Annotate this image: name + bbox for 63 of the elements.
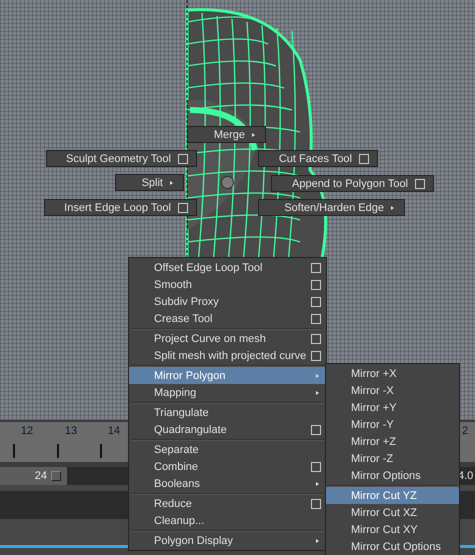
option-box-icon[interactable] [311, 280, 321, 290]
menu-item[interactable]: Crease Tool [129, 310, 326, 327]
option-box-icon[interactable] [311, 334, 321, 344]
option-box-icon[interactable] [311, 296, 321, 306]
marking-menu-item[interactable]: Cut Faces Tool [258, 150, 378, 167]
menu-item[interactable]: Combine [129, 458, 326, 475]
option-box-icon[interactable] [311, 350, 321, 360]
submenu-arrow-icon [391, 206, 394, 210]
option-box-icon[interactable] [311, 462, 321, 472]
marking-menu-item[interactable]: Merge [187, 126, 266, 143]
submenu-arrow-icon [170, 180, 173, 184]
frame-number: 2 [462, 425, 468, 437]
marking-menu-item[interactable]: Insert Edge Loop Tool [44, 199, 197, 216]
submenu-arrow-icon [252, 132, 255, 136]
menu-item[interactable]: Mirror -X [326, 382, 459, 399]
option-box-icon[interactable] [311, 262, 321, 272]
menu-item[interactable]: Mirror Options [326, 467, 459, 484]
menu-item[interactable]: Mirror -Y [326, 416, 459, 433]
menu-item[interactable]: Mirror Cut XY [326, 521, 459, 538]
menu-item[interactable]: Cleanup... [129, 512, 326, 529]
menu-item[interactable]: Separate [129, 441, 326, 458]
menu-item[interactable]: Booleans [129, 475, 326, 492]
slider-handle-icon[interactable] [51, 471, 61, 481]
menu-item[interactable]: Reduce [129, 495, 326, 512]
tick-mark [57, 444, 59, 458]
menu-item[interactable]: Smooth [129, 276, 326, 293]
menu-item[interactable]: Split mesh with projected curve [129, 347, 326, 364]
submenu-arrow-icon [316, 390, 319, 394]
option-box-icon[interactable] [415, 178, 425, 188]
menu-item[interactable]: Polygon Display [129, 532, 326, 549]
menu-item[interactable]: Mirror -Z [326, 450, 459, 467]
option-box-icon[interactable] [178, 154, 188, 164]
submenu-arrow-icon [316, 374, 319, 378]
menu-item[interactable]: Triangulate [129, 404, 326, 421]
option-box-icon[interactable] [311, 424, 321, 434]
menu-item[interactable]: Mirror +Z [326, 433, 459, 450]
marking-menu-item[interactable]: Sculpt Geometry Tool [46, 150, 197, 167]
submenu-arrow-icon [316, 538, 319, 542]
frame-number: 14 [108, 425, 120, 437]
menu-item[interactable]: Mirror Cut XZ [326, 504, 459, 521]
menu-item[interactable]: Subdiv Proxy [129, 293, 326, 310]
frame-number: 13 [64, 425, 78, 437]
menu-item[interactable]: Offset Edge Loop Tool [129, 259, 326, 276]
menu-item[interactable]: Mirror Cut Options [326, 538, 459, 555]
menu-item[interactable]: Mirror +X [326, 365, 459, 382]
marking-menu-item[interactable]: Append to Polygon Tool [271, 175, 434, 192]
option-box-icon[interactable] [311, 498, 321, 508]
marking-menu-item[interactable]: Soften/Harden Edge [258, 199, 405, 216]
menu-item[interactable]: Mapping [129, 384, 326, 401]
tick-mark [13, 444, 15, 458]
menu-item[interactable]: Mirror Cut YZ [326, 487, 459, 504]
frame-number: 12 [20, 425, 34, 437]
tick-mark [100, 444, 102, 458]
option-box-icon[interactable] [178, 202, 188, 212]
menu-item[interactable]: Mirror Polygon [129, 367, 326, 384]
option-box-icon[interactable] [359, 154, 369, 164]
marking-menu-item[interactable]: Split [115, 174, 184, 191]
menu-item[interactable]: Project Curve on mesh [129, 330, 326, 347]
option-box-icon[interactable] [311, 314, 321, 324]
menu-item[interactable]: Quadrangulate [129, 421, 326, 438]
menu-item[interactable]: Mirror +Y [326, 399, 459, 416]
end-frame-field[interactable]: 24 [0, 467, 67, 485]
submenu-arrow-icon [316, 482, 319, 486]
